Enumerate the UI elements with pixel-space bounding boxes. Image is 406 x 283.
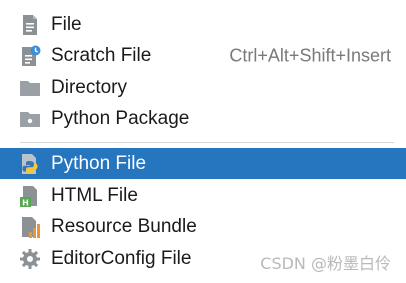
menu-item-file[interactable]: File — [0, 9, 406, 40]
menu-item-label: File — [51, 13, 82, 35]
menu-item-label: HTML File — [51, 184, 138, 206]
menu-item-label: Python Package — [51, 107, 190, 129]
package-folder-icon — [18, 107, 42, 131]
python-file-icon — [18, 152, 42, 176]
menu-item-python-package[interactable]: Python Package — [0, 103, 406, 134]
svg-text:H: H — [22, 199, 29, 208]
folder-icon — [18, 76, 42, 100]
menu-item-label: EditorConfig File — [51, 247, 192, 269]
menu-separator — [20, 142, 394, 143]
new-file-popup-menu: File Scratch File Ctrl+Alt+Shift+Insert … — [0, 0, 406, 283]
shortcut-label: Ctrl+Alt+Shift+Insert — [229, 45, 391, 65]
file-icon — [18, 13, 42, 37]
menu-item-html-file[interactable]: H HTML File — [0, 180, 406, 211]
resource-bundle-icon — [18, 215, 42, 239]
menu-item-label: Resource Bundle — [51, 215, 197, 237]
menu-item-label: Python File — [51, 152, 147, 174]
scratch-file-icon — [18, 44, 42, 68]
menu-item-scratch-file[interactable]: Scratch File Ctrl+Alt+Shift+Insert — [0, 40, 406, 71]
menu-item-resource-bundle[interactable]: Resource Bundle — [0, 211, 406, 242]
menu-item-label: Directory — [51, 76, 128, 98]
menu-item-python-file[interactable]: Python File — [0, 148, 406, 179]
html-file-icon: H — [18, 184, 42, 208]
gear-icon — [18, 247, 42, 271]
watermark: CSDN @粉墨白伶 — [260, 254, 391, 273]
menu-item-directory[interactable]: Directory — [0, 72, 406, 103]
menu-item-label: Scratch File — [51, 44, 152, 66]
